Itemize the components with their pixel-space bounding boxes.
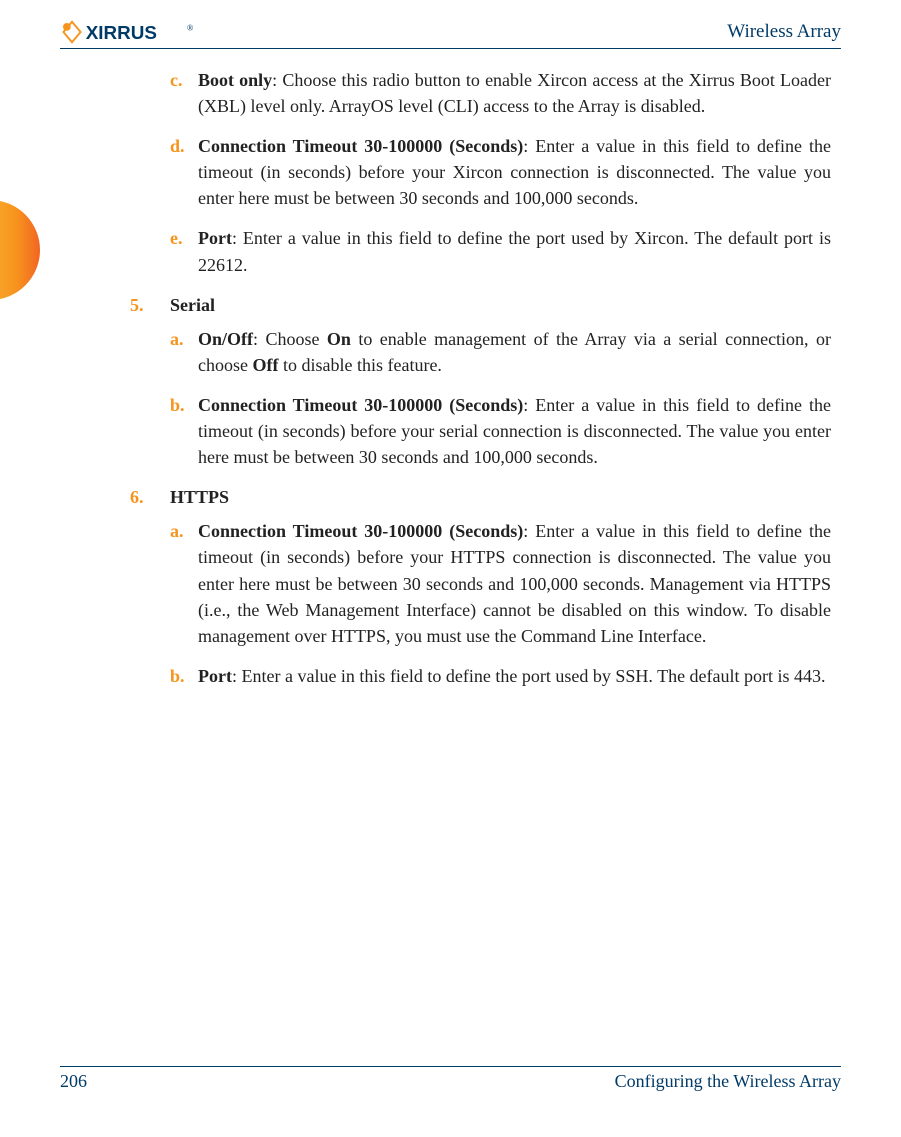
content: c. Boot only: Choose this radio button t… [170,67,831,689]
item-marker: b. [170,392,198,470]
item-lead: Port [198,228,232,248]
item-text: : Enter a value in this field to define … [198,228,831,274]
item-text: : Enter a value in this field to define … [232,666,826,686]
page: XIRRUS ® Wireless Array c. Boot only: Ch… [0,0,901,1137]
list-item-e: e. Port: Enter a value in this field to … [170,225,831,277]
page-number: 206 [60,1071,87,1092]
item-lead: Boot only [198,70,272,90]
page-footer: 206 Configuring the Wireless Array [60,1066,841,1092]
item-lead: Connection Timeout 30-100000 (Seconds) [198,395,523,415]
footer-section: Configuring the Wireless Array [615,1071,841,1092]
item-lead: Port [198,666,232,686]
item-lead: Connection Timeout 30-100000 (Seconds) [198,521,523,541]
number-marker: 6. [130,484,170,510]
number-marker: 5. [130,292,170,318]
item-body: Boot only: Choose this radio button to e… [198,67,831,119]
svg-text:®: ® [187,22,194,32]
list-item-5a: a. On/Off: Choose On to enable managemen… [170,326,831,378]
section-tab [0,200,40,300]
xirrus-logo-icon: XIRRUS ® [60,20,214,44]
number-title: Serial [170,292,215,318]
item-body: Connection Timeout 30-100000 (Seconds): … [198,518,831,648]
item-marker: c. [170,67,198,119]
svg-text:XIRRUS: XIRRUS [86,22,157,43]
emph-on: On [327,329,351,349]
numbered-item-5: 5. Serial [130,292,831,318]
item-text: : Choose [253,329,327,349]
numbered-item-6: 6. HTTPS [130,484,831,510]
item-text: to disable this feature. [278,355,441,375]
item-marker: d. [170,133,198,211]
item-text: : Choose this radio button to enable Xir… [198,70,831,116]
number-title: HTTPS [170,484,229,510]
item-body: On/Off: Choose On to enable management o… [198,326,831,378]
item-body: Connection Timeout 30-100000 (Seconds): … [198,133,831,211]
emph-off: Off [252,355,278,375]
header-title: Wireless Array [727,21,841,43]
item-lead: Connection Timeout 30-100000 (Seconds) [198,136,523,156]
item-marker: b. [170,663,198,689]
list-item-d: d. Connection Timeout 30-100000 (Seconds… [170,133,831,211]
list-item-c: c. Boot only: Choose this radio button t… [170,67,831,119]
item-body: Port: Enter a value in this field to def… [198,225,831,277]
page-header: XIRRUS ® Wireless Array [60,20,841,49]
item-marker: e. [170,225,198,277]
list-item-6b: b. Port: Enter a value in this field to … [170,663,831,689]
list-item-5b: b. Connection Timeout 30-100000 (Seconds… [170,392,831,470]
item-marker: a. [170,326,198,378]
item-lead: On/Off [198,329,253,349]
item-body: Connection Timeout 30-100000 (Seconds): … [198,392,831,470]
list-item-6a: a. Connection Timeout 30-100000 (Seconds… [170,518,831,648]
item-marker: a. [170,518,198,648]
item-body: Port: Enter a value in this field to def… [198,663,831,689]
